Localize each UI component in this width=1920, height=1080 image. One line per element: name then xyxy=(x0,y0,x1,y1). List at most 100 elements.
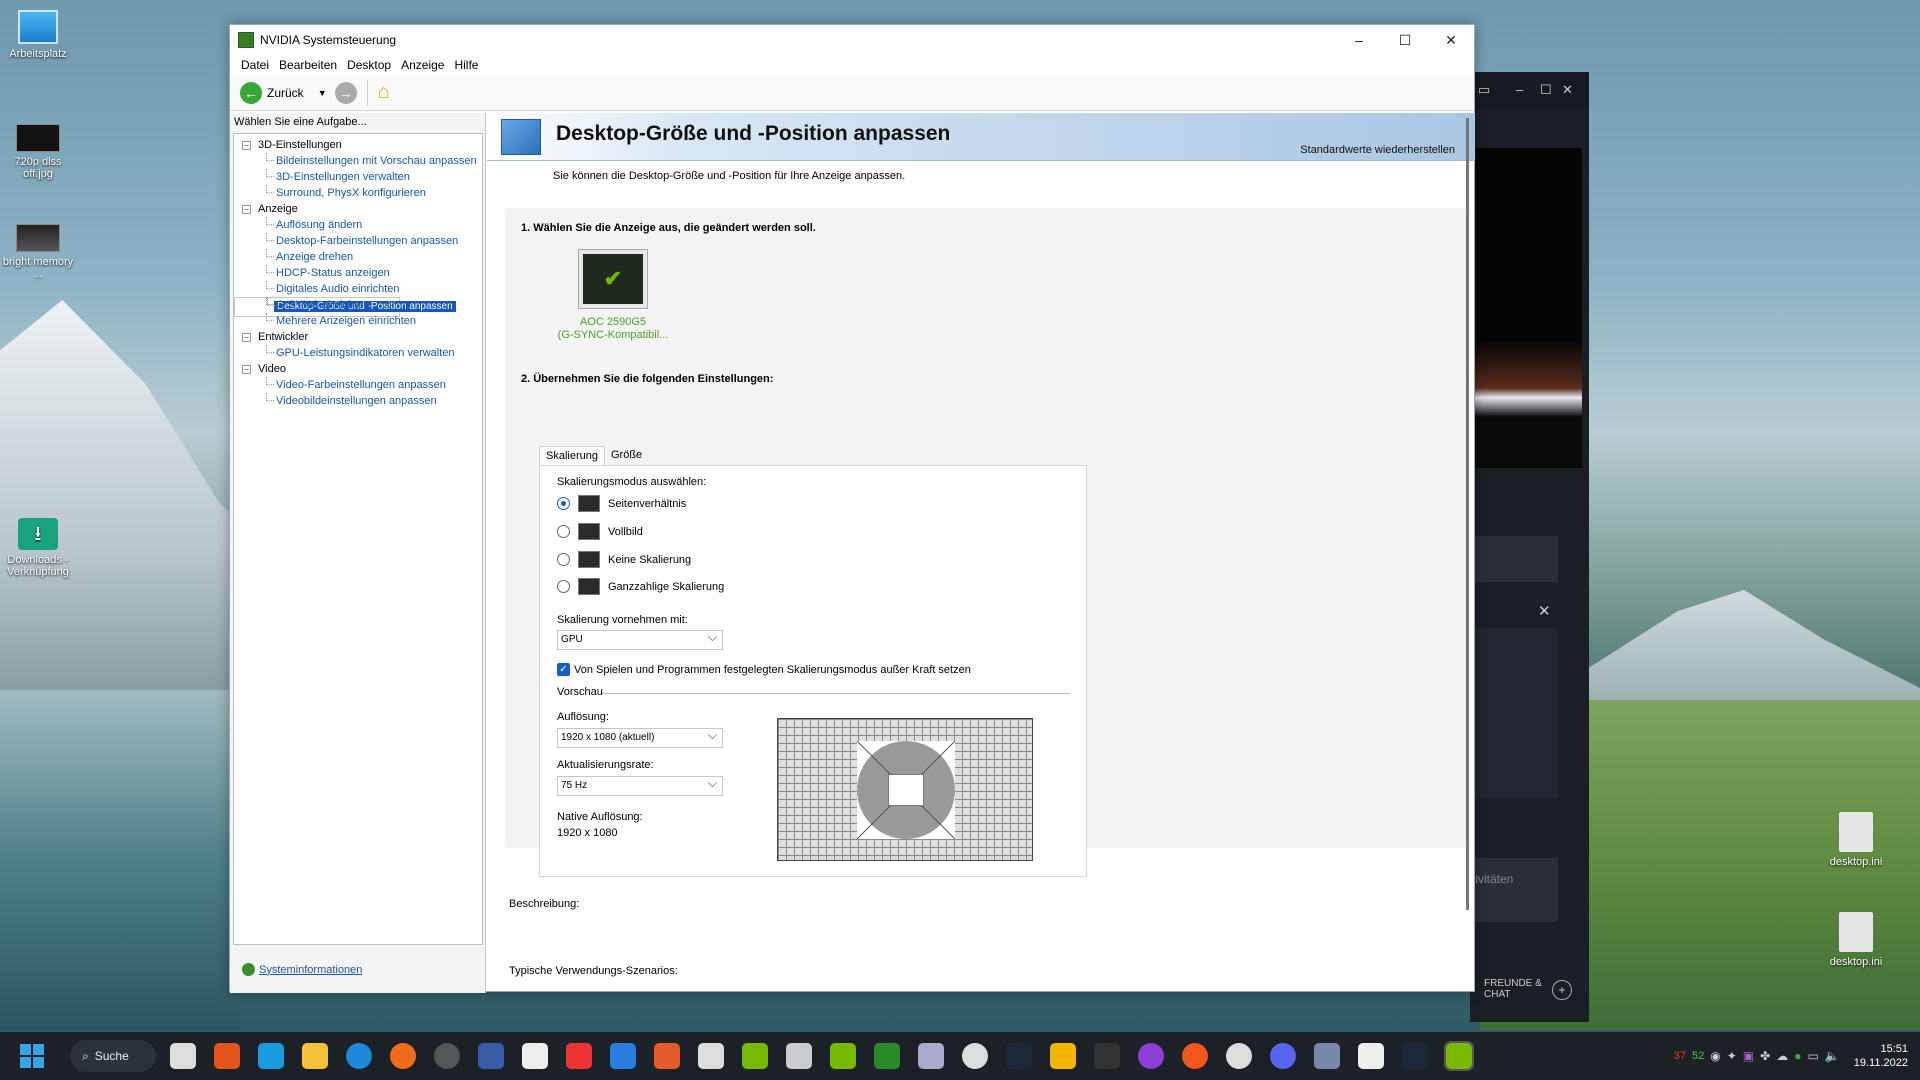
app-icon[interactable] xyxy=(1226,1043,1252,1069)
tree-item[interactable]: HDCP-Status anzeigen xyxy=(234,265,482,281)
app-tray-icon[interactable]: ▣ xyxy=(1743,1049,1754,1063)
app-icon[interactable] xyxy=(1314,1043,1340,1069)
radio-keine-skalierung[interactable]: Keine Skalierung xyxy=(557,551,691,568)
tree-item[interactable]: Desktop-Farbeinstellungen anpassen xyxy=(234,233,482,249)
file-icon[interactable] xyxy=(1358,1043,1384,1069)
network-icon[interactable]: ▭ xyxy=(1807,1049,1818,1063)
tree-item[interactable]: Mehrere Anzeigen einrichten xyxy=(234,313,482,329)
menu-hilfe[interactable]: Hilfe xyxy=(449,58,483,72)
cloud-icon[interactable]: ☁ xyxy=(1776,1049,1788,1063)
discord-icon[interactable] xyxy=(1270,1043,1296,1069)
tree-item[interactable]: GPU-Leistungsindikatoren verwalten xyxy=(234,345,482,361)
file-explorer-icon[interactable] xyxy=(302,1043,328,1069)
tree-item[interactable]: Auflösung ändern xyxy=(234,217,482,233)
app-icon[interactable] xyxy=(874,1043,900,1069)
system-info-link[interactable]: Systeminformationen xyxy=(242,963,362,976)
desktop-icon-desktop-ini-2[interactable]: desktop.ini xyxy=(1818,912,1894,968)
display-label[interactable]: AOC 2590G5 (G-SYNC-Kompatibil... xyxy=(543,316,683,342)
history-dropdown-icon[interactable]: ▼ xyxy=(318,88,327,98)
tree-item[interactable]: Bildeinstellungen mit Vorschau anpassen xyxy=(234,153,482,169)
desktop-icon-desktop-ini-1[interactable]: desktop.ini xyxy=(1818,812,1894,868)
app-icon[interactable] xyxy=(962,1043,988,1069)
tree-item[interactable]: Videobildeinstellungen anpassen xyxy=(234,393,482,409)
desktop-icon-arbeitsplatz[interactable]: Arbeitsplatz xyxy=(0,10,76,60)
close-icon[interactable]: ✕ xyxy=(1538,602,1551,620)
windows-start-icon[interactable] xyxy=(20,1044,44,1068)
menu-desktop[interactable]: Desktop xyxy=(342,58,396,72)
app-icon[interactable] xyxy=(1138,1043,1164,1069)
perform-scaling-select[interactable]: GPU xyxy=(557,628,723,650)
app-tray-icon[interactable]: ● xyxy=(1794,1049,1801,1063)
save-icon[interactable] xyxy=(478,1043,504,1069)
maximize-button[interactable]: ☐ xyxy=(1382,32,1428,49)
tree-category-entwickler[interactable]: − Entwickler xyxy=(234,329,482,345)
magnifier-icon[interactable] xyxy=(610,1043,636,1069)
radio-seitenverhaeltnis[interactable]: Seitenverhältnis xyxy=(557,495,686,512)
radio-ganzzahlige-skalierung[interactable]: Ganzzahlige Skalierung xyxy=(557,578,724,595)
close-icon[interactable]: ✕ xyxy=(1562,82,1573,98)
taskbar-search[interactable]: ⌕ Suche xyxy=(70,1040,156,1072)
tree-category-anzeige[interactable]: − Anzeige xyxy=(234,201,482,217)
minimize-icon[interactable]: – xyxy=(1516,82,1523,97)
back-button-label[interactable]: Zurück xyxy=(267,86,304,100)
app-icon[interactable] xyxy=(786,1043,812,1069)
minimize-button[interactable]: – xyxy=(1336,32,1382,48)
menu-datei[interactable]: Datei xyxy=(236,58,274,72)
refresh-rate-select[interactable]: 75 Hz xyxy=(557,774,723,796)
task-view-icon[interactable] xyxy=(170,1043,196,1069)
content-scrollbar[interactable] xyxy=(1466,118,1469,910)
nvidia-control-panel-taskbar-icon[interactable] xyxy=(1444,1041,1474,1071)
tree-item[interactable]: Anzeige drehen xyxy=(234,249,482,265)
toolbar-divider xyxy=(366,79,368,106)
rockstar-icon[interactable] xyxy=(1050,1043,1076,1069)
tab-skalierung[interactable]: Skalierung xyxy=(539,446,605,465)
restore-defaults-link[interactable]: Standardwerte wiederherstellen xyxy=(1300,144,1455,156)
back-arrow-icon[interactable]: ← xyxy=(240,81,262,104)
tree-category-3d[interactable]: −3D-Einstellungen xyxy=(234,137,482,153)
display-selector[interactable]: ✔ xyxy=(578,249,648,309)
nvidia-icon[interactable] xyxy=(830,1043,856,1069)
app-icon[interactable] xyxy=(258,1043,284,1069)
close-button[interactable]: ✕ xyxy=(1428,32,1474,49)
resolution-select[interactable]: 1920 x 1080 (aktuell) xyxy=(557,726,723,748)
app-icon[interactable] xyxy=(698,1043,724,1069)
tree-item[interactable]: Video-Farbeinstellungen anpassen xyxy=(234,377,482,393)
app-icon[interactable] xyxy=(918,1043,944,1069)
maximize-icon[interactable]: ☐ xyxy=(1540,82,1552,98)
tree-item[interactable]: Digitales Audio einrichten xyxy=(234,281,482,297)
steam-tray-icon[interactable]: ◉ xyxy=(1710,1049,1720,1063)
steam-icon[interactable] xyxy=(1006,1043,1032,1069)
tree-item[interactable]: G-SYNC einrichten xyxy=(234,297,482,313)
add-friend-icon[interactable]: + xyxy=(1552,980,1572,1000)
clapper-icon[interactable] xyxy=(522,1043,548,1069)
tab-groesse[interactable]: Größe xyxy=(605,446,648,465)
home-icon[interactable]: ⌂ xyxy=(378,81,390,104)
nvidia-icon[interactable] xyxy=(742,1043,768,1069)
app-tray-icon[interactable]: ✤ xyxy=(1760,1049,1770,1063)
desktop-icon-bright-memory[interactable]: bright memory ... xyxy=(0,224,76,280)
app-icon[interactable] xyxy=(566,1043,592,1069)
app-icon[interactable] xyxy=(214,1043,240,1069)
radio-vollbild[interactable]: Vollbild xyxy=(557,523,643,540)
tree-category-video[interactable]: − Video xyxy=(234,361,482,377)
app-icon[interactable] xyxy=(654,1043,680,1069)
epic-games-icon[interactable] xyxy=(1094,1043,1120,1069)
app-tray-icon[interactable]: ✦ xyxy=(1727,1049,1737,1063)
menu-bearbeiten[interactable]: Bearbeiten xyxy=(274,58,342,72)
steam-icon[interactable] xyxy=(1402,1043,1428,1069)
restore-icon[interactable]: ▭ xyxy=(1478,82,1490,98)
menu-anzeige[interactable]: Anzeige xyxy=(396,58,449,72)
desktop-icon-720p-image[interactable]: 720p dlss off.jpg xyxy=(0,124,76,180)
edge-browser-icon[interactable] xyxy=(346,1043,372,1069)
firefox-icon[interactable] xyxy=(390,1043,416,1069)
tree-item[interactable]: 3D-Einstellungen verwalten xyxy=(234,169,482,185)
forward-arrow-icon[interactable]: → xyxy=(334,81,357,104)
app-icon[interactable] xyxy=(434,1043,460,1069)
tree-item[interactable]: Surround, PhysX konfigurieren xyxy=(234,185,482,201)
desktop-icon-downloads[interactable]: ⭳ Downloads - Verknüpfung xyxy=(0,518,76,578)
volume-icon[interactable]: 🔈 xyxy=(1825,1049,1840,1063)
origin-icon[interactable] xyxy=(1182,1043,1208,1069)
override-scaling-checkbox[interactable]: ✓ Von Spielen und Programmen festgelegten… xyxy=(557,663,971,676)
friends-chat-button[interactable]: FREUNDE & CHAT xyxy=(1484,978,1544,1000)
clock[interactable]: 15:51 19.11.2022 xyxy=(1854,1042,1908,1070)
